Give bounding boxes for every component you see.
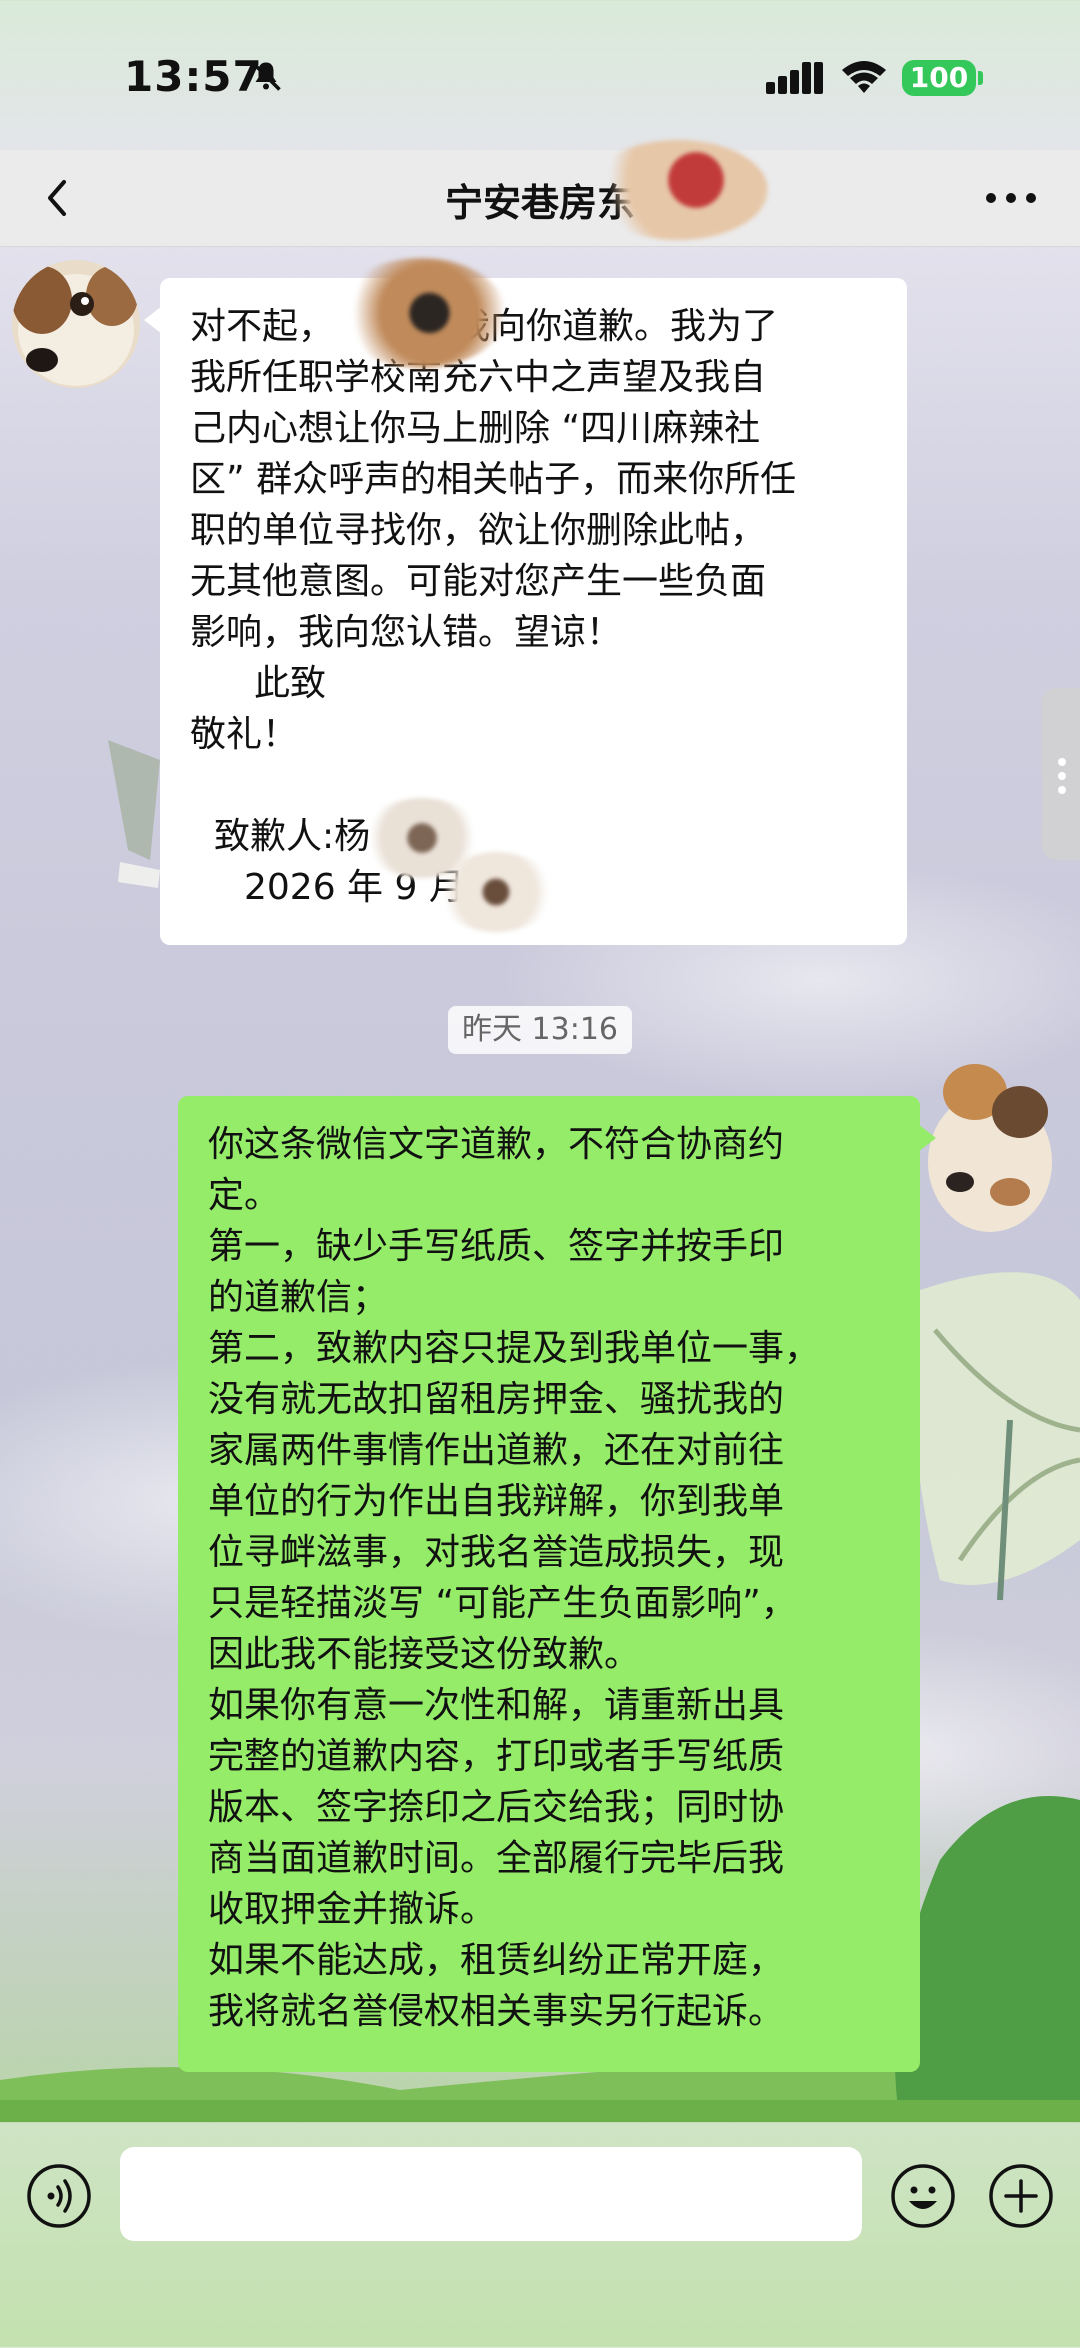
dog-avatar-icon <box>12 260 140 388</box>
message-line: 此致 <box>254 663 327 704</box>
bell-slash-icon <box>251 61 281 91</box>
handle-dot <box>1058 786 1066 794</box>
status-bar: 13:57 100 <box>0 0 1080 150</box>
message-line: 第一，缺少手写纸质、签字并按手印 <box>208 1226 785 1267</box>
message-line: 收取押金并撤诉。 <box>208 1889 497 1930</box>
wifi-icon <box>842 61 886 93</box>
message-line: 区” 群众呼声的相关帖子，而来你所任 <box>190 459 797 500</box>
message-line: 己内心想让你马上删除 “四川麻辣社 <box>190 408 761 449</box>
message-line: 你这条微信文字道歉，不符合协商约 <box>208 1124 785 1165</box>
handle-dot <box>1058 758 1066 766</box>
plus-icon[interactable] <box>988 2163 1054 2229</box>
message-line: 只是轻描淡写 “可能产生负面影响”， <box>208 1583 797 1624</box>
privacy-mask-image <box>436 852 556 932</box>
message-line: 没有就无故扣留租房押金、骚扰我的 <box>208 1379 785 1420</box>
message-line: 定。 <box>208 1175 281 1216</box>
message-line: 位寻衅滋事，对我名誉造成损失，现 <box>208 1532 785 1573</box>
signal-icon <box>766 62 823 94</box>
contact-avatar[interactable] <box>12 260 140 388</box>
message-line: 如果不能达成，租赁纠纷正常开庭， <box>208 1940 785 1981</box>
message-line: 影响，我向您认错。望谅！ <box>190 612 623 653</box>
my-avatar[interactable] <box>920 1052 1060 1242</box>
privacy-mask-image <box>588 140 768 240</box>
message-line: 职的单位寻找你，欲让你删除此帖， <box>190 510 767 551</box>
message-line: 对不起， 我向你道歉。我为了 <box>190 306 779 347</box>
message-line: 如果你有意一次性和解，请重新出具 <box>208 1685 785 1726</box>
outgoing-message-bubble[interactable]: 你这条微信文字道歉，不符合协商约 定。 第一，缺少手写纸质、签字并按手印 的道歉… <box>178 1096 936 2072</box>
input-bar <box>0 2122 1080 2348</box>
message-line: 版本、签字捺印之后交给我；同时协 <box>208 1787 785 1828</box>
message-line: 单位的行为作出自我辩解，你到我单 <box>208 1481 785 1522</box>
message-line: 家属两件事情作出道歉，还在对前往 <box>208 1430 785 1471</box>
message-line: 的道歉信； <box>208 1277 389 1318</box>
message-timestamp: 昨天 13:16 <box>448 1006 632 1054</box>
status-time: 13:57 <box>124 52 263 101</box>
message-line: 我将就名誉侵权相关事实另行起诉。 <box>208 1991 785 2032</box>
side-drawer-handle[interactable] <box>1042 688 1080 860</box>
chat-title: 宁安巷房东 <box>444 181 635 225</box>
message-line: 敬礼！ <box>190 714 299 755</box>
nav-bar: 宁安巷房东 <box>0 150 1080 247</box>
message-line: 我所任职学校南充六中之声望及我自 <box>190 357 767 398</box>
message-line: 因此我不能接受这份致歉。 <box>208 1634 641 1675</box>
incoming-message-bubble[interactable]: 对不起， 我向你道歉。我为了 我所任职学校南充六中之声望及我自 己内心想让你马上删… <box>144 278 907 945</box>
message-line: 致歉人:杨 <box>214 816 371 857</box>
emoji-icon[interactable] <box>890 2163 956 2229</box>
more-button[interactable] <box>976 170 1046 226</box>
voice-icon[interactable] <box>26 2163 92 2229</box>
privacy-mask-image <box>336 258 506 368</box>
battery-tip <box>978 71 983 85</box>
message-line: 商当面道歉时间。全部履行完毕后我 <box>208 1838 785 1879</box>
home-indicator <box>395 2322 685 2332</box>
message-line <box>190 760 877 811</box>
battery-icon: 100 <box>902 60 976 96</box>
handle-dot <box>1058 772 1066 780</box>
dog-avatar-icon <box>928 1064 1052 1232</box>
message-line: 第二，致歉内容只提及到我单位一事， <box>208 1328 821 1369</box>
message-line: 完整的道歉内容，打印或者手写纸质 <box>208 1736 785 1777</box>
message-line: 无其他意图。可能对您产生一些负面 <box>190 561 767 602</box>
message-input[interactable] <box>120 2147 862 2241</box>
